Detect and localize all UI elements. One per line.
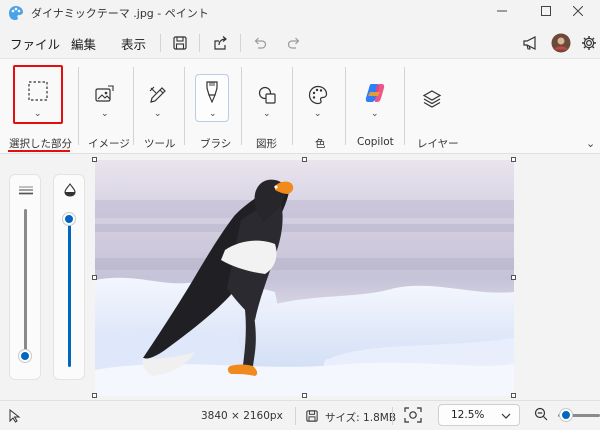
- opacity-panel: [53, 174, 85, 380]
- menu-divider: [240, 34, 241, 52]
- eagle-photo: [95, 160, 514, 396]
- resize-handle[interactable]: [511, 157, 516, 162]
- menu-bar: ファイル 編集 表示: [0, 28, 600, 58]
- resize-handle[interactable]: [302, 157, 307, 162]
- menu-divider: [199, 34, 200, 52]
- close-button[interactable]: [556, 0, 600, 22]
- minimize-button[interactable]: [480, 0, 524, 22]
- resize-handle[interactable]: [92, 393, 97, 398]
- menu-divider: [160, 34, 161, 52]
- status-divider: [392, 407, 393, 425]
- layers-button[interactable]: [420, 87, 444, 111]
- line-width-icon: [19, 186, 33, 195]
- brush-label: ブラシ: [200, 138, 232, 150]
- chevron-down-icon[interactable]: ⌄: [209, 109, 217, 119]
- image-dimensions: 3840 × 2160px: [201, 410, 283, 422]
- image-crop-icon: [95, 85, 114, 102]
- save-icon: [173, 36, 187, 50]
- layers-icon: [422, 90, 442, 108]
- menu-file[interactable]: ファイル: [10, 34, 60, 53]
- ribbon-expand-chevron[interactable]: ⌄: [586, 137, 595, 150]
- chevron-down-icon[interactable]: ⌄: [314, 109, 322, 119]
- opacity-drop-icon: [64, 183, 76, 197]
- copilot-group: ⌄ Copilot: [346, 59, 404, 155]
- color-group: ⌄ 色: [293, 59, 345, 155]
- settings-button[interactable]: [578, 32, 600, 54]
- shapes-label: 図形: [256, 138, 277, 150]
- ribbon-toolbar: ⌄ 選択した部分 ⌄ イメージ ⌄ ツール ⌄ ブラシ ⌄ 図形 ⌄ 色 ⌄ C…: [0, 58, 600, 154]
- resize-handle[interactable]: [92, 157, 97, 162]
- copilot-label: Copilot: [357, 136, 394, 148]
- save-button[interactable]: [169, 32, 191, 54]
- zoom-level-select[interactable]: 12.5%: [438, 404, 520, 426]
- tools-button[interactable]: [146, 83, 170, 107]
- zoom-out-button[interactable]: [534, 407, 550, 423]
- account-button[interactable]: [550, 32, 572, 54]
- shapes-icon: [258, 86, 276, 104]
- minimize-icon: [497, 10, 507, 12]
- status-divider: [295, 407, 296, 425]
- selection-label: 選択した部分: [9, 138, 72, 150]
- save-icon: [306, 410, 318, 422]
- window-title: ダイナミックテーマ .jpg - ペイント: [31, 7, 209, 20]
- undo-icon: [254, 37, 267, 49]
- shapes-button[interactable]: [255, 83, 279, 107]
- resize-handle[interactable]: [92, 275, 97, 280]
- close-icon: [573, 6, 583, 16]
- file-size: サイズ: 1.8MB: [325, 412, 397, 424]
- chevron-down-icon[interactable]: ⌄: [371, 109, 379, 119]
- brush-size-thumb[interactable]: [19, 350, 31, 362]
- color-label: 色: [315, 138, 326, 150]
- title-bar: ダイナミックテーマ .jpg - ペイント: [0, 0, 600, 26]
- avatar: [551, 33, 571, 53]
- undo-button[interactable]: [249, 32, 271, 54]
- zoom-value: 12.5%: [451, 409, 485, 421]
- maximize-icon: [541, 6, 551, 16]
- image-tools-button[interactable]: [92, 83, 116, 107]
- megaphone-icon: [523, 36, 536, 50]
- color-button[interactable]: [306, 83, 330, 107]
- share-icon: [213, 36, 227, 50]
- opacity-thumb[interactable]: [63, 213, 75, 225]
- chevron-down-icon[interactable]: ⌄: [263, 109, 271, 119]
- shapes-group: ⌄ 図形: [242, 59, 292, 155]
- zoom-slider-thumb[interactable]: [560, 409, 572, 421]
- chevron-down-icon: [501, 413, 511, 419]
- canvas-image[interactable]: [95, 160, 514, 396]
- opacity-track[interactable]: [68, 215, 71, 367]
- pencil-tools-icon: [149, 86, 166, 103]
- announcements-button[interactable]: [520, 32, 542, 54]
- tools-label: ツール: [144, 138, 176, 150]
- layers-group: レイヤー: [405, 59, 465, 155]
- redo-button[interactable]: [283, 32, 305, 54]
- resize-handle[interactable]: [302, 393, 307, 398]
- share-button[interactable]: [209, 32, 231, 54]
- paint-app-icon: [9, 6, 23, 20]
- brush-group: ⌄ ブラシ: [185, 59, 241, 155]
- selection-highlight-underline: [8, 150, 70, 152]
- palette-icon: [308, 85, 328, 105]
- cursor-pointer-icon: [9, 409, 21, 423]
- menu-edit[interactable]: 編集: [71, 34, 96, 53]
- zoom-out-icon: [534, 407, 548, 421]
- chevron-down-icon[interactable]: ⌄: [101, 109, 109, 119]
- copilot-icon: [365, 84, 385, 102]
- tools-group: ⌄ ツール: [134, 59, 184, 155]
- fit-screen-icon: [404, 407, 422, 423]
- gear-icon: [582, 36, 596, 50]
- brush-size-panel: [9, 174, 41, 380]
- image-label: イメージ: [88, 138, 130, 150]
- layers-label: レイヤー: [417, 138, 459, 150]
- resize-handle[interactable]: [511, 275, 516, 280]
- selection-highlight-box: [13, 65, 63, 124]
- copilot-button[interactable]: [363, 81, 387, 105]
- redo-icon: [287, 37, 300, 49]
- menu-view[interactable]: 表示: [121, 34, 146, 53]
- image-group: ⌄ イメージ: [79, 59, 133, 155]
- brush-icon: [206, 81, 218, 103]
- resize-handle[interactable]: [511, 393, 516, 398]
- fit-to-window-button[interactable]: [404, 407, 424, 425]
- chevron-down-icon[interactable]: ⌄: [154, 109, 162, 119]
- brush-size-track[interactable]: [24, 209, 27, 357]
